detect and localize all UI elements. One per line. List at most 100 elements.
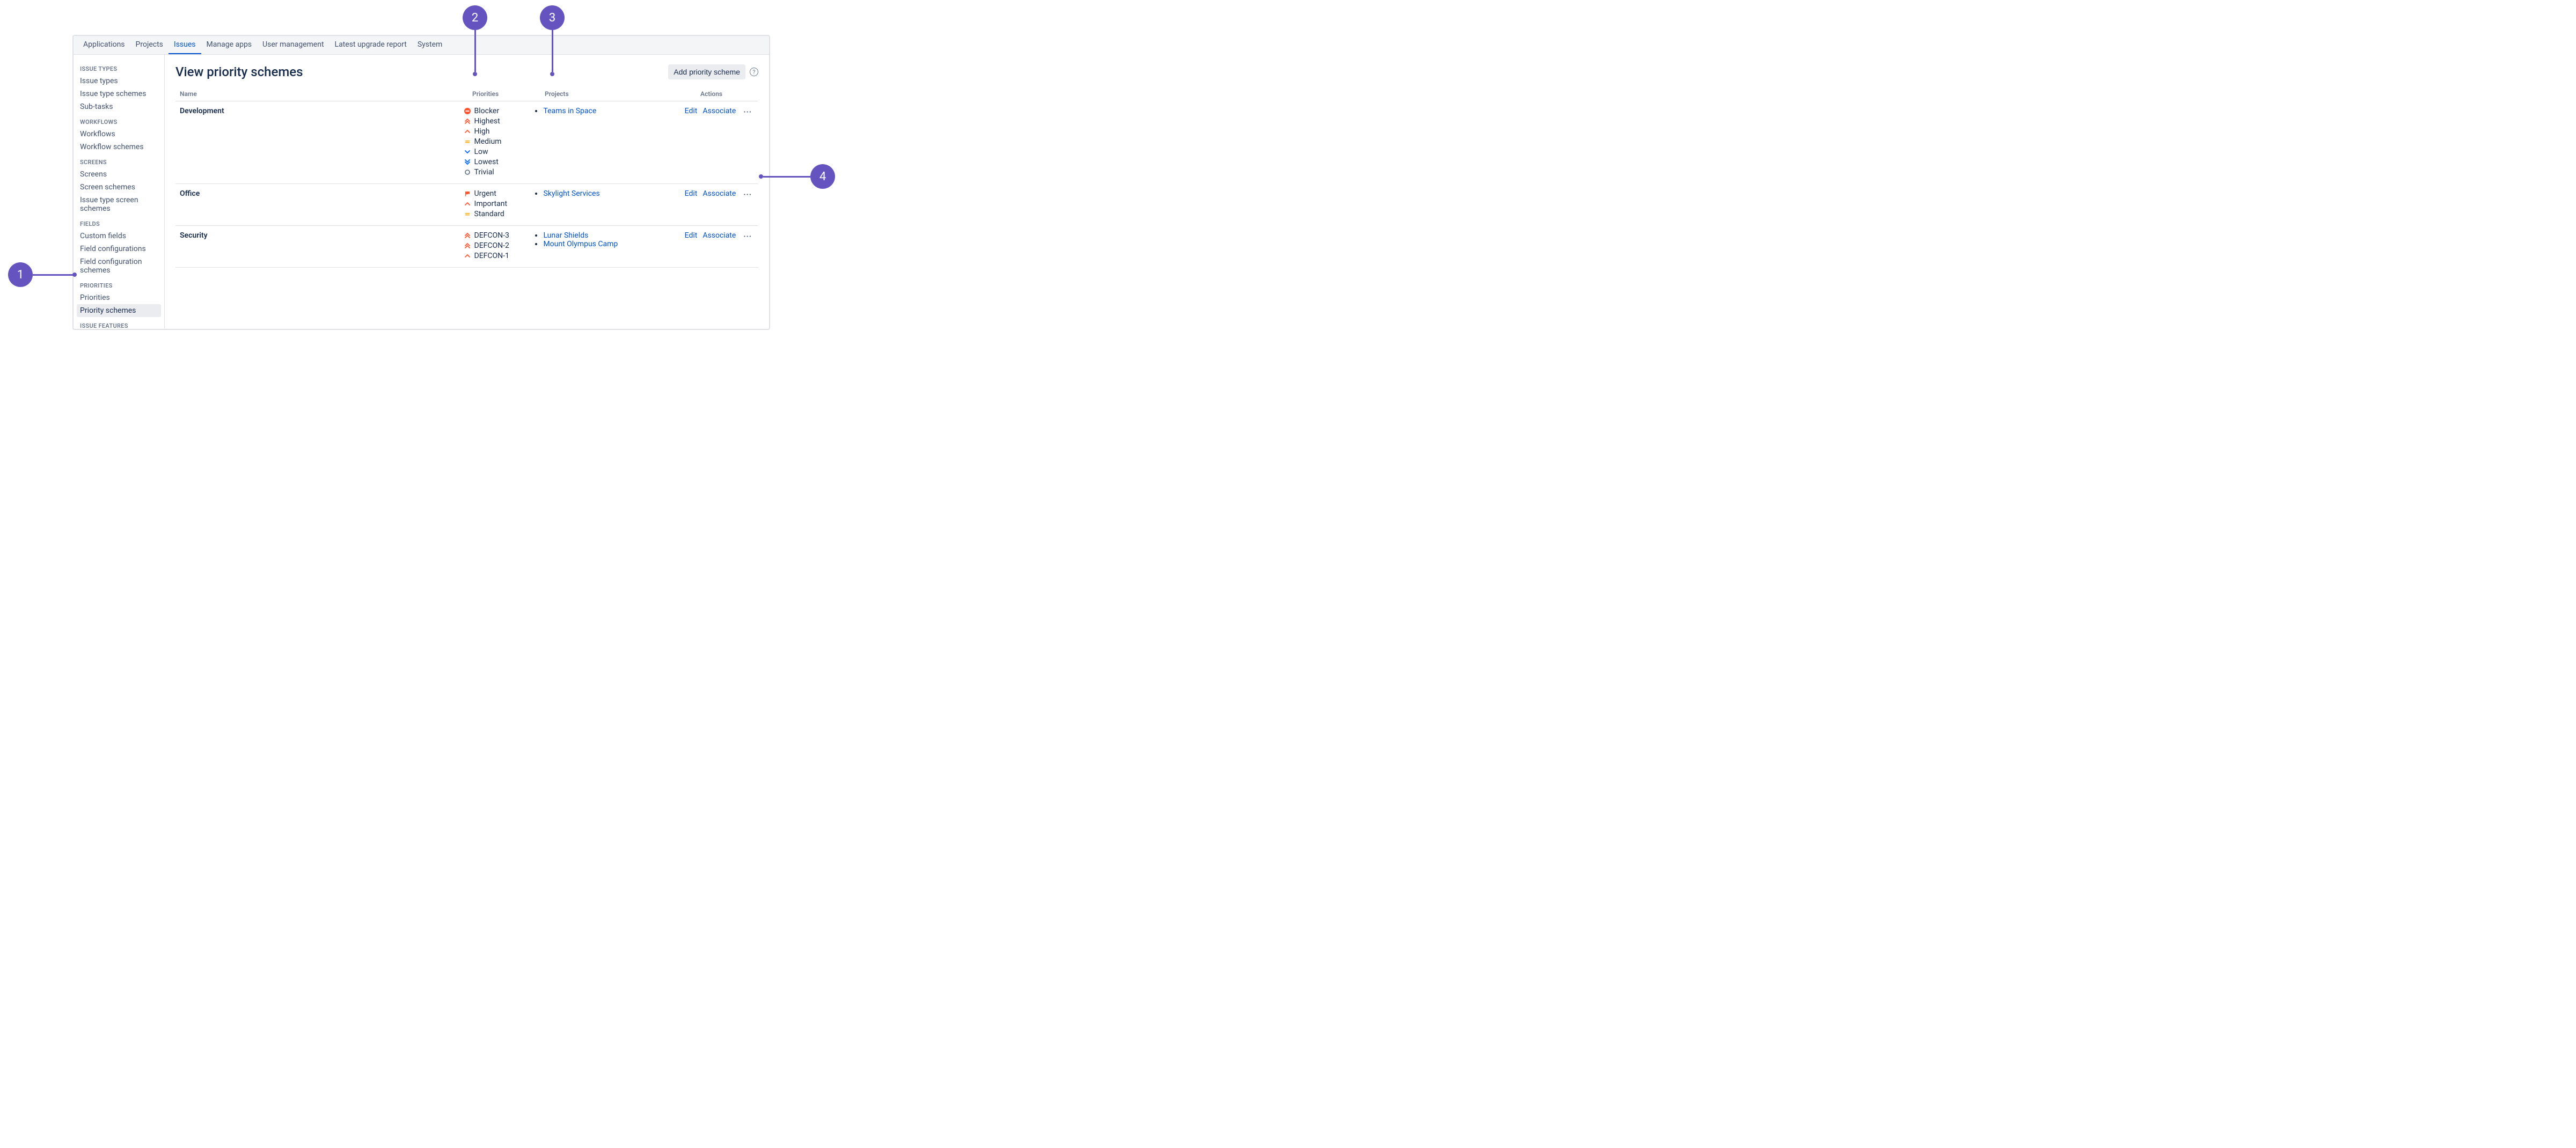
page-header: View priority schemes Add priority schem…: [175, 64, 758, 79]
sidebar-item-field-configuration-schemes[interactable]: Field configuration schemes: [77, 255, 161, 277]
priority-label: Highest: [474, 117, 500, 126]
edit-link[interactable]: Edit: [685, 231, 698, 240]
scheme-projects: Teams in Space: [533, 107, 684, 115]
callout-1-line: [33, 274, 75, 276]
nav-tab-system[interactable]: System: [412, 36, 448, 54]
callout-3-line: [552, 30, 553, 72]
scheme-priorities: UrgentImportantStandard: [464, 189, 534, 220]
high-icon: [464, 201, 471, 207]
scheme-priorities: DEFCON-3DEFCON-2 DEFCON-1: [464, 231, 534, 262]
project-link-lunar-shields[interactable]: Lunar Shields: [543, 231, 588, 240]
sidebar-item-workflows[interactable]: Workflows: [77, 128, 161, 141]
priority-label: Lowest: [474, 158, 499, 166]
column-header-priorities: Priorities: [472, 90, 545, 98]
priority-label: Urgent: [474, 189, 496, 198]
main-content: View priority schemes Add priority schem…: [165, 55, 769, 328]
sidebar: ISSUE TYPESIssue typesIssue type schemes…: [74, 55, 165, 328]
priority-blocker: Blocker: [464, 107, 534, 115]
priority-label: Trivial: [474, 168, 494, 176]
edit-link[interactable]: Edit: [685, 189, 698, 198]
priority-lowest: Lowest: [464, 158, 534, 166]
scheme-actions: Edit Associate ···: [685, 189, 754, 200]
add-priority-scheme-button[interactable]: Add priority scheme: [668, 64, 745, 79]
nav-tab-latest-upgrade-report[interactable]: Latest upgrade report: [330, 36, 412, 54]
sidebar-item-issue-types[interactable]: Issue types: [77, 75, 161, 87]
sidebar-item-sub-tasks[interactable]: Sub-tasks: [77, 100, 161, 113]
priority-high: High: [464, 127, 534, 136]
sidebar-item-priority-schemes[interactable]: Priority schemes: [77, 304, 161, 317]
callout-4-line: [763, 176, 810, 178]
scheme-projects: Skylight Services: [533, 189, 684, 198]
scheme-projects: Lunar ShieldsMount Olympus Camp: [533, 231, 684, 248]
priority-label: Low: [474, 148, 488, 156]
scheme-row-security: Security DEFCON-3DEFCON-2 DEFCON-1 Lunar Sh…: [175, 226, 758, 268]
callout-4: 4: [810, 164, 835, 189]
project-item: Lunar Shields: [543, 231, 684, 240]
project-link-teams-in-space[interactable]: Teams in Space: [543, 107, 596, 115]
priority-low: Low: [464, 148, 534, 156]
priority-label: DEFCON-3: [474, 231, 509, 240]
nav-tab-manage-apps[interactable]: Manage apps: [201, 36, 258, 54]
sidebar-item-screen-schemes[interactable]: Screen schemes: [77, 181, 161, 194]
callout-2-line: [474, 30, 476, 72]
priority-defcon-1: DEFCON-1: [464, 252, 534, 260]
urgent-icon: [464, 190, 471, 197]
nav-tab-applications[interactable]: Applications: [78, 36, 130, 54]
sidebar-item-issue-type-screen-schemes[interactable]: Issue type screen schemes: [77, 194, 161, 215]
sidebar-item-priorities[interactable]: Priorities: [77, 291, 161, 304]
priority-highest: Highest: [464, 117, 534, 126]
project-link-skylight-services[interactable]: Skylight Services: [543, 189, 599, 198]
highest-icon: [464, 242, 471, 249]
sidebar-item-screens[interactable]: Screens: [77, 168, 161, 181]
priority-urgent: Urgent: [464, 189, 534, 198]
associate-link[interactable]: Associate: [702, 231, 736, 240]
project-item: Skylight Services: [543, 189, 684, 198]
sidebar-section-screens: SCREENS: [77, 153, 161, 168]
highest-icon: [464, 118, 471, 124]
lowest-icon: [464, 159, 471, 165]
trivial-icon: [464, 169, 471, 175]
scheme-row-office: OfficeUrgentImportantStandard Skylight Se…: [175, 184, 758, 226]
more-actions-icon[interactable]: ···: [741, 189, 754, 200]
sidebar-item-issue-type-schemes[interactable]: Issue type schemes: [77, 87, 161, 100]
sidebar-item-field-configurations[interactable]: Field configurations: [77, 242, 161, 255]
blocker-icon: [464, 108, 471, 114]
callout-3: 3: [540, 5, 565, 30]
column-header-projects: Projects: [545, 90, 700, 98]
project-item: Mount Olympus Camp: [543, 240, 684, 248]
high-icon: [464, 253, 471, 259]
callout-2-dot: [473, 72, 477, 76]
priority-label: DEFCON-2: [474, 241, 509, 250]
priority-standard: Standard: [464, 210, 534, 218]
sidebar-item-custom-fields[interactable]: Custom fields: [77, 230, 161, 242]
scheme-name: Development: [180, 107, 464, 115]
sidebar-item-workflow-schemes[interactable]: Workflow schemes: [77, 141, 161, 153]
more-actions-icon[interactable]: ···: [741, 107, 754, 117]
sidebar-section-fields: FIELDS: [77, 215, 161, 230]
page-title: View priority schemes: [175, 64, 668, 79]
callout-4-dot: [759, 174, 763, 179]
nav-tab-projects[interactable]: Projects: [130, 36, 169, 54]
callout-3-dot: [550, 72, 554, 76]
medium-icon: [464, 138, 471, 145]
high-icon: [464, 128, 471, 135]
nav-tab-user-management[interactable]: User management: [257, 36, 329, 54]
edit-link[interactable]: Edit: [685, 107, 698, 115]
column-header-actions: Actions: [700, 90, 754, 98]
callout-1: 1: [8, 262, 33, 287]
help-icon[interactable]: ?: [750, 68, 758, 76]
priority-label: Blocker: [474, 107, 500, 115]
priority-label: High: [474, 127, 490, 136]
scheme-name: Security: [180, 231, 464, 240]
project-item: Teams in Space: [543, 107, 684, 115]
project-link-mount-olympus-camp[interactable]: Mount Olympus Camp: [543, 240, 618, 248]
scheme-actions: Edit Associate ···: [685, 107, 754, 117]
priority-trivial: Trivial: [464, 168, 534, 176]
scheme-priorities: BlockerHighestHighMediumLowLowestTrivial: [464, 107, 534, 178]
more-actions-icon[interactable]: ···: [741, 231, 754, 242]
priority-label: DEFCON-1: [474, 252, 509, 260]
scheme-name: Office: [180, 189, 464, 198]
associate-link[interactable]: Associate: [702, 107, 736, 115]
associate-link[interactable]: Associate: [702, 189, 736, 198]
nav-tab-issues[interactable]: Issues: [169, 36, 201, 54]
